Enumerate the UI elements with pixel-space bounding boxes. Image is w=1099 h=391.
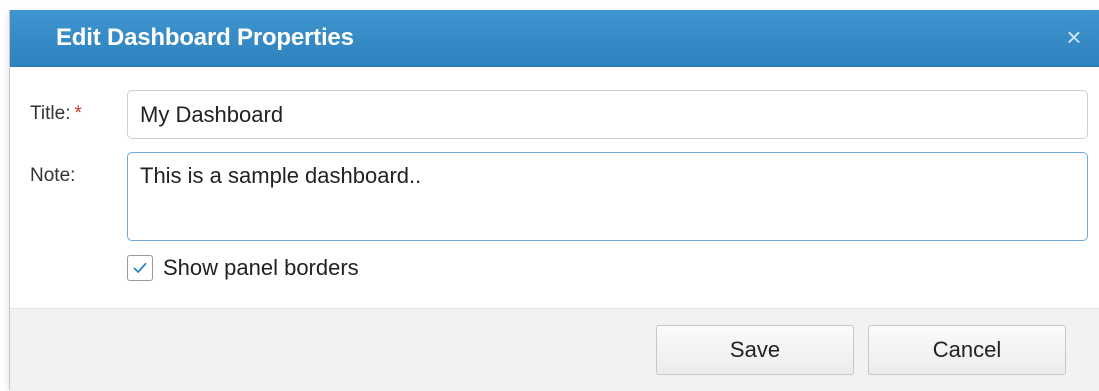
title-label-text: Title:	[30, 103, 71, 124]
note-textarea[interactable]: This is a sample dashboard..	[127, 152, 1088, 241]
show-borders-label[interactable]: Show panel borders	[163, 255, 359, 281]
title-input[interactable]	[127, 90, 1088, 139]
save-button[interactable]: Save	[656, 325, 854, 375]
close-icon[interactable]: ×	[1060, 23, 1088, 51]
dialog-titlebar: Edit Dashboard Properties ×	[10, 10, 1099, 67]
dialog-body: Title:* Note: This is a sample dashboard…	[10, 67, 1099, 308]
required-mark: *	[74, 103, 82, 124]
show-borders-checkbox[interactable]	[127, 255, 153, 281]
note-label: Note:	[30, 165, 76, 186]
title-label: Title: *	[30, 103, 82, 125]
cancel-button[interactable]: Cancel	[868, 325, 1066, 375]
edit-dashboard-dialog: Edit Dashboard Properties × Title:* Note…	[9, 10, 1099, 391]
checkmark-icon	[133, 262, 147, 273]
show-borders-row: Show panel borders	[127, 254, 359, 282]
dialog-footer: Save Cancel	[10, 308, 1099, 391]
dialog-title: Edit Dashboard Properties	[56, 24, 354, 51]
